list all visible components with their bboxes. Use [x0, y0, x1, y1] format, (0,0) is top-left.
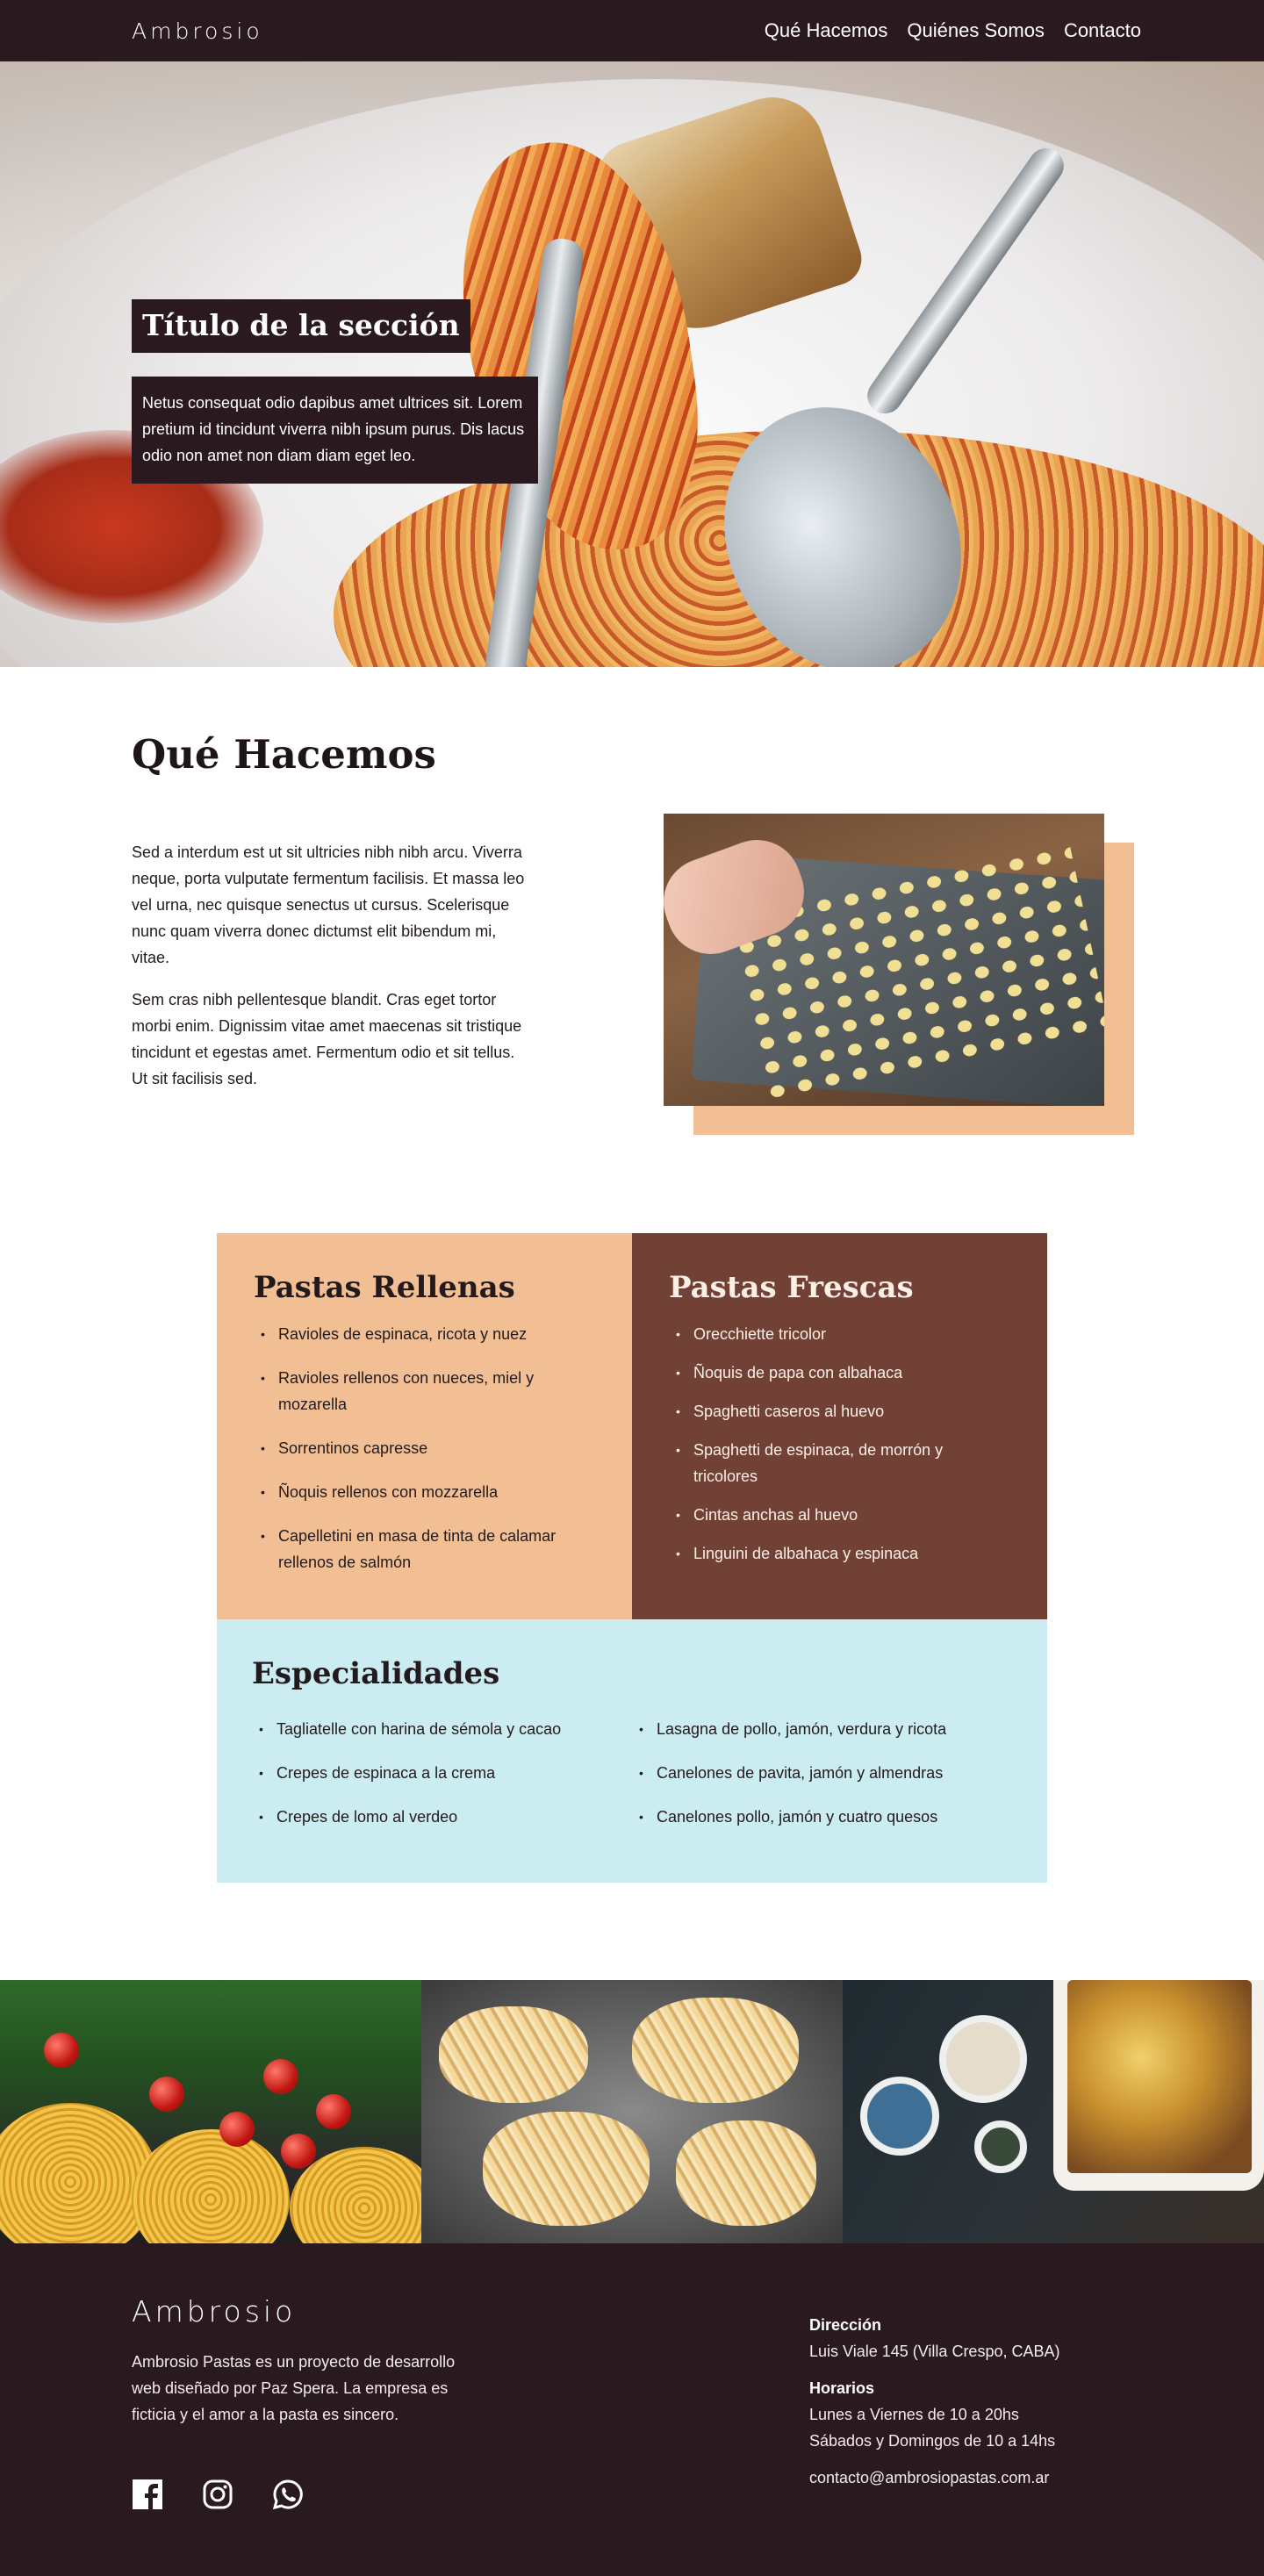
menu-card-frescas: Pastas Frescas Orecchiette tricolor Ñoqu…	[632, 1233, 1047, 1619]
menu-item: Spaghetti caseros al huevo	[669, 1398, 1010, 1424]
tomato-image	[149, 2077, 184, 2112]
email-link[interactable]: contacto@ambrosiopastas.com.ar	[809, 2469, 1049, 2486]
email-block: contacto@ambrosiopastas.com.ar	[809, 2465, 1059, 2491]
gallery-photo-fresh-pasta	[421, 1980, 843, 2243]
tomato-image	[263, 2059, 298, 2094]
menu-item: Cintas anchas al huevo	[669, 1502, 1010, 1528]
brand-logo[interactable]: Ambrosio	[132, 18, 263, 44]
footer-brand-logo[interactable]: Ambrosio	[132, 2294, 296, 2328]
hero-section: Título de la sección Netus consequat odi…	[0, 61, 1264, 667]
pasta-pile-image	[439, 2006, 588, 2103]
menu-item: Crepes de espinaca a la crema	[252, 1760, 632, 1786]
bowl-image	[939, 2015, 1027, 2103]
tomato-image	[219, 2112, 255, 2147]
menu-list-left: Tagliatelle con harina de sémola y cacao…	[252, 1716, 632, 1848]
menu-card-especialidades: Especialidades Tagliatelle con harina de…	[217, 1619, 1047, 1883]
pasta-pile-image	[676, 2120, 816, 2226]
photo-gallery	[0, 1980, 1264, 2243]
bowl-image	[974, 2120, 1027, 2173]
gallery-photo-tomatoes-pasta	[0, 1980, 421, 2243]
nav-link-que-hacemos[interactable]: Qué Hacemos	[765, 19, 888, 42]
menu-item: Linguini de albahaca y espinaca	[669, 1540, 1010, 1567]
pasta-pile-image	[483, 2112, 650, 2226]
menu-item: Canelones pollo, jamón y cuatro quesos	[632, 1804, 1012, 1830]
menu-item: Sorrentinos capresse	[254, 1435, 595, 1461]
footer: Ambrosio Ambrosio Pastas es un proyecto …	[0, 2243, 1264, 2576]
whatsapp-icon[interactable]	[272, 2479, 304, 2510]
menu-item: Canelones de pavita, jamón y almendras	[632, 1760, 1012, 1786]
menu-list: Orecchiette tricolor Ñoquis de papa con …	[669, 1321, 1010, 1567]
menu-item: Ravioles rellenos con nueces, miel y moz…	[254, 1365, 595, 1417]
menu-list: Ravioles de espinaca, ricota y nuez Ravi…	[254, 1321, 595, 1575]
pasta-pile-image	[632, 1998, 799, 2103]
gnocchi-photo	[664, 814, 1104, 1106]
nav-links: Qué Hacemos Quiénes Somos Contacto	[765, 19, 1141, 42]
menu-item: Ñoquis rellenos con mozzarella	[254, 1479, 595, 1505]
que-hacemos-paragraph: Sem cras nibh pellentesque blandit. Cras…	[132, 991, 522, 1087]
instagram-icon[interactable]	[202, 2479, 233, 2510]
menu-card-rellenas: Pastas Rellenas Ravioles de espinaca, ri…	[217, 1233, 632, 1619]
social-links	[132, 2479, 304, 2510]
menu-item: Orecchiette tricolor	[669, 1321, 1010, 1347]
footer-contact: Dirección Luis Viale 145 (Villa Crespo, …	[809, 2312, 1059, 2501]
tomato-image	[316, 2094, 351, 2129]
top-navbar: Ambrosio Qué Hacemos Quiénes Somos Conta…	[0, 0, 1264, 61]
menu-item: Crepes de lomo al verdeo	[252, 1804, 632, 1830]
nav-link-contacto[interactable]: Contacto	[1064, 19, 1141, 42]
menu-card-title: Especialidades	[252, 1656, 500, 1691]
nav-link-quienes-somos[interactable]: Quiénes Somos	[907, 19, 1045, 42]
hours-label: Horarios	[809, 2379, 875, 2397]
menu-card-title: Pastas Rellenas	[254, 1270, 515, 1305]
bowl-image	[860, 2077, 939, 2156]
pasta-nest-image	[132, 2129, 290, 2243]
pasta-nest-image	[0, 2103, 158, 2243]
menu-item: Ravioles de espinaca, ricota y nuez	[254, 1321, 595, 1347]
menu-list-right: Lasagna de pollo, jamón, verdura y ricot…	[632, 1716, 1012, 1848]
menu-section: Pastas Rellenas Ravioles de espinaca, ri…	[217, 1233, 1047, 1883]
hero-title: Título de la sección	[132, 299, 470, 353]
menu-item: Spaghetti de espinaca, de morrón y trico…	[669, 1437, 1010, 1489]
que-hacemos-copy: Sed a interdum est ut sit ultricies nibh…	[132, 839, 527, 1092]
que-hacemos-title: Qué Hacemos	[132, 731, 436, 778]
lasagna-image	[1067, 1980, 1252, 2173]
address-value: Luis Viale 145 (Villa Crespo, CABA)	[809, 2343, 1060, 2360]
tomato-image	[281, 2134, 316, 2169]
hero-text: Netus consequat odio dapibus amet ultric…	[132, 377, 538, 484]
menu-item: Capelletini en masa de tinta de calamar …	[254, 1523, 595, 1575]
address-block: Dirección Luis Viale 145 (Villa Crespo, …	[809, 2312, 1059, 2364]
facebook-icon[interactable]	[132, 2479, 163, 2510]
menu-item: Lasagna de pollo, jamón, verdura y ricot…	[632, 1716, 1012, 1742]
address-label: Dirección	[809, 2316, 882, 2334]
hours-weekdays: Lunes a Viernes de 10 a 20hs	[809, 2406, 1019, 2423]
tomato-image	[44, 2033, 79, 2068]
footer-about-text: Ambrosio Pastas es un proyecto de desarr…	[132, 2353, 456, 2423]
que-hacemos-paragraph: Sed a interdum est ut sit ultricies nibh…	[132, 843, 525, 966]
menu-card-title: Pastas Frescas	[669, 1270, 914, 1305]
hours-weekend: Sábados y Domingos de 10 a 14hs	[809, 2432, 1056, 2450]
hours-block: Horarios Lunes a Viernes de 10 a 20hs Sá…	[809, 2375, 1059, 2454]
que-hacemos-section: Qué Hacemos Sed a interdum est ut sit ul…	[0, 667, 1264, 1273]
gallery-photo-lasagna	[843, 1980, 1264, 2243]
menu-item: Tagliatelle con harina de sémola y cacao	[252, 1716, 632, 1742]
menu-item: Ñoquis de papa con albahaca	[669, 1360, 1010, 1386]
